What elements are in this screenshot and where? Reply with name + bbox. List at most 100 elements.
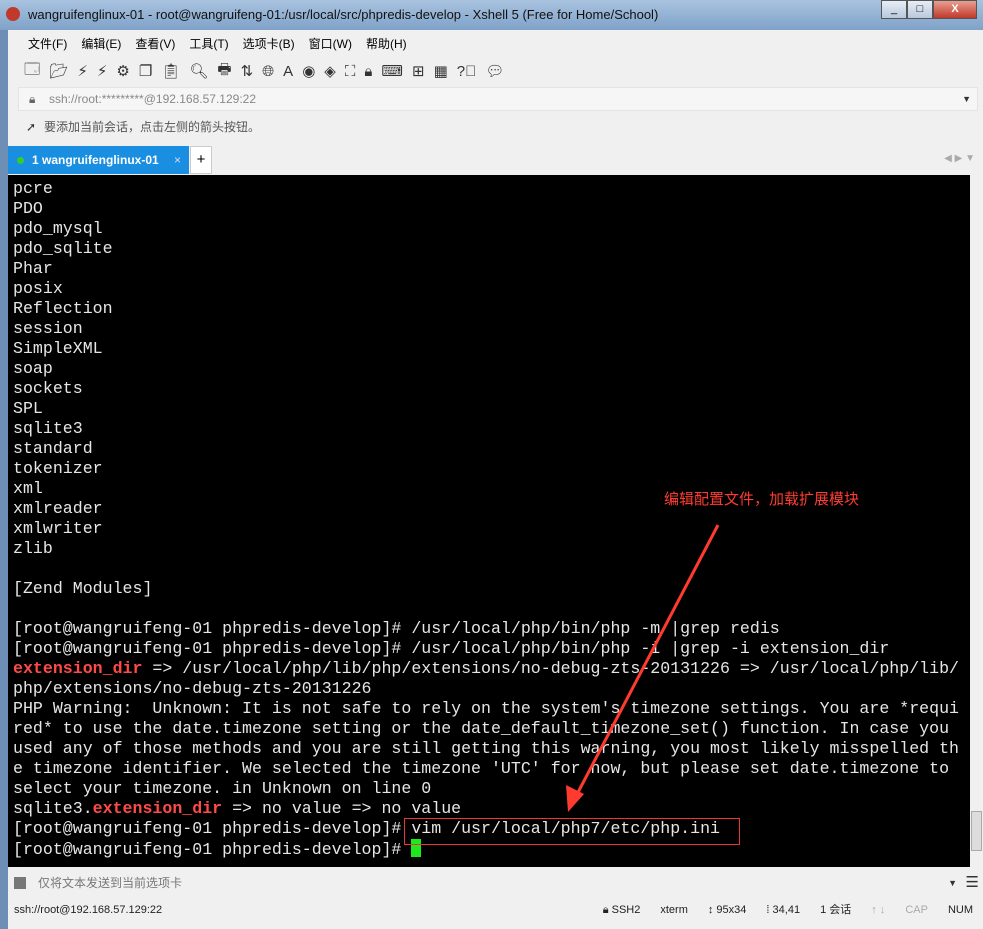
terminal[interactable]: pcre PDO pdo_mysql pdo_sqlite Phar posix Refle… bbox=[8, 175, 970, 867]
terminal-text: [Zend Modules] bbox=[13, 579, 153, 598]
open-icon[interactable]: 📂︎ bbox=[49, 62, 68, 80]
paste-icon[interactable]: 📋︎ bbox=[161, 62, 180, 80]
arrow-icon[interactable]: ➚ bbox=[26, 116, 36, 138]
send-dropdown-icon[interactable]: ▼ bbox=[948, 869, 957, 897]
terminal-line: PDO bbox=[13, 199, 959, 219]
terminal-text: => /usr/local/php/lib/php/extensions/no-… bbox=[142, 659, 959, 678]
tab-close-icon[interactable]: × bbox=[174, 146, 181, 174]
address-bar[interactable]: 🔒︎ ssh://root:*********@192.168.57.129:2… bbox=[18, 87, 978, 111]
help-icon[interactable]: ?⃝ bbox=[457, 63, 477, 80]
title-bar: wangruifenglinux-01 - root@wangruifeng-0… bbox=[0, 0, 983, 30]
menu-bar: 文件(F) 编辑(E) 查看(V) 工具(T) 选项卡(B) 窗口(W) 帮助(H) bbox=[8, 30, 983, 56]
terminal-line: red* to use the date.timezone setting or… bbox=[13, 719, 959, 739]
terminal-text: PHP Warning: Unknown: It is not safe to … bbox=[13, 699, 959, 718]
close-button[interactable]: X bbox=[933, 0, 977, 19]
find-icon[interactable]: 🔍︎ bbox=[189, 62, 208, 80]
terminal-text: Phar bbox=[13, 259, 53, 278]
xmanager-icon[interactable]: ◈ bbox=[324, 62, 336, 80]
terminal-line: pdo_mysql bbox=[13, 219, 959, 239]
print-icon[interactable]: 🖶 bbox=[217, 59, 231, 84]
terminal-line: posix bbox=[13, 279, 959, 299]
menu-item[interactable]: 文件(F) bbox=[28, 35, 67, 52]
menu-item[interactable]: 选项卡(B) bbox=[243, 35, 295, 52]
status-connection: ssh://root@192.168.57.129:22 bbox=[14, 904, 163, 916]
terminal-text: soap bbox=[13, 359, 53, 378]
address-dropdown-icon[interactable]: ▼ bbox=[962, 88, 971, 110]
lock-icon: 🔒︎ bbox=[29, 92, 36, 106]
terminal-line: Reflection bbox=[13, 299, 959, 319]
new-tab-button[interactable]: + bbox=[190, 146, 212, 174]
menu-item[interactable]: 帮助(H) bbox=[366, 35, 407, 52]
terminal-text: PDO bbox=[13, 199, 43, 218]
send-text-bar[interactable]: 仅将文本发送到当前选项卡 ▼ ☰ bbox=[8, 869, 983, 897]
minimize-button[interactable]: _ bbox=[881, 0, 907, 19]
properties-icon[interactable]: ⚙︎ bbox=[116, 62, 129, 80]
terminal-line: extension_dir => /usr/local/php/lib/php/… bbox=[13, 659, 959, 679]
status-num: NUM bbox=[947, 904, 973, 916]
status-size: ↕ 95x34 bbox=[707, 904, 747, 916]
transfer-icon[interactable]: ⇅ bbox=[241, 62, 254, 80]
menu-item[interactable]: 工具(T) bbox=[189, 35, 228, 52]
terminal-text: session bbox=[13, 319, 83, 338]
menu-item[interactable]: 窗口(W) bbox=[309, 35, 352, 52]
terminal-text: pdo_sqlite bbox=[13, 239, 113, 258]
tab-scroll-icons[interactable]: ◀ ▶ ▼ bbox=[944, 153, 975, 164]
session-hint: ➚ 要添加当前会话，点击左侧的箭头按钮。 bbox=[18, 116, 260, 138]
connect-icon[interactable]: ⚡︎ bbox=[77, 62, 88, 80]
terminal-line: tokenizer bbox=[13, 459, 959, 479]
address-value: ssh://root:*********@192.168.57.129:22 bbox=[49, 92, 256, 106]
tab-bar: 1 wangruifenglinux-01 × + ◀ ▶ ▼ bbox=[8, 146, 983, 174]
layout-icon[interactable]: ▦ bbox=[434, 62, 448, 80]
font-icon[interactable]: A bbox=[283, 63, 293, 80]
terminal-text: sqlite3 bbox=[13, 419, 83, 438]
maximize-button[interactable]: □ bbox=[907, 0, 933, 19]
highlight-box bbox=[404, 818, 740, 845]
highlighted-match: extension_dir bbox=[92, 799, 223, 818]
terminal-text: posix bbox=[13, 279, 63, 298]
new-session-icon[interactable]: 🗔 bbox=[24, 59, 40, 84]
disconnect-icon[interactable]: ⚡︎ bbox=[97, 62, 108, 80]
terminal-line: e timezone identifier. We selected the t… bbox=[13, 759, 959, 779]
terminal-line: Phar bbox=[13, 259, 959, 279]
globe-icon[interactable]: 🌐︎ bbox=[262, 63, 274, 80]
xshell-app-icon bbox=[6, 7, 20, 21]
scrollbar-thumb[interactable] bbox=[971, 811, 982, 851]
terminal-line: sqlite3.extension_dir => no value => no … bbox=[13, 799, 959, 819]
menu-item[interactable]: 编辑(E) bbox=[81, 35, 121, 52]
terminal-line: xmlwriter bbox=[13, 519, 959, 539]
terminal-line: standard bbox=[13, 439, 959, 459]
status-sessions: 1 会话 bbox=[820, 904, 852, 916]
xftp-icon[interactable]: ◉ bbox=[302, 62, 315, 80]
menu-item[interactable]: 查看(V) bbox=[135, 35, 175, 52]
terminal-text: red* to use the date.timezone setting or… bbox=[13, 719, 950, 738]
terminal-line: sockets bbox=[13, 379, 959, 399]
fullscreen-icon[interactable]: ⛶ bbox=[345, 63, 356, 80]
terminal-line: pdo_sqlite bbox=[13, 239, 959, 259]
lock-icon[interactable]: 🔒︎ bbox=[364, 63, 372, 80]
terminal-text: pdo_mysql bbox=[13, 219, 103, 238]
terminal-text: xml bbox=[13, 479, 43, 498]
arrow-up-down-icons[interactable]: ↑ ↓ bbox=[871, 899, 885, 921]
new-tab-icon[interactable]: ⊞ bbox=[412, 62, 425, 80]
terminal-line: php/extensions/no-debug-zts-20131226 bbox=[13, 679, 959, 699]
terminal-line: SPL bbox=[13, 399, 959, 419]
main-window: 文件(F) 编辑(E) 查看(V) 工具(T) 选项卡(B) 窗口(W) 帮助(H) 🗔 📂︎… bbox=[8, 30, 983, 929]
terminal-text: => no value => no value bbox=[222, 799, 462, 818]
toolbar: 🗔 📂︎ ⚡︎ ⚡︎ ⚙︎ ❐ 📋︎ 🔍︎ 🖶 ⇅ 🌐︎ A ◉ ◈ ⛶ 🔒︎ ⌨ ⊞ ▦ ?⃝ 💬︎ bbox=[8, 56, 983, 86]
terminal-line: PHP Warning: Unknown: It is not safe to … bbox=[13, 699, 959, 719]
terminal-text: xmlreader bbox=[13, 499, 103, 518]
tab-session[interactable]: 1 wangruifenglinux-01 × bbox=[8, 146, 189, 174]
keyboard-icon[interactable]: ⌨ bbox=[381, 62, 403, 80]
status-term: xterm bbox=[660, 904, 688, 916]
terminal-icon bbox=[14, 877, 26, 889]
send-text-placeholder: 仅将文本发送到当前选项卡 bbox=[38, 876, 183, 890]
menu-icon[interactable]: ☰ bbox=[966, 869, 979, 897]
terminal-line: [root@wangruifeng-01 phpredis-develop]# … bbox=[13, 639, 959, 659]
terminal-scrollbar[interactable] bbox=[970, 175, 983, 867]
copy-icon[interactable]: ❐ bbox=[139, 62, 152, 80]
terminal-line: session bbox=[13, 319, 959, 339]
terminal-line: [root@wangruifeng-01 phpredis-develop]# … bbox=[13, 619, 959, 639]
terminal-line: pcre bbox=[13, 179, 959, 199]
chat-icon[interactable]: 💬︎ bbox=[485, 62, 504, 80]
